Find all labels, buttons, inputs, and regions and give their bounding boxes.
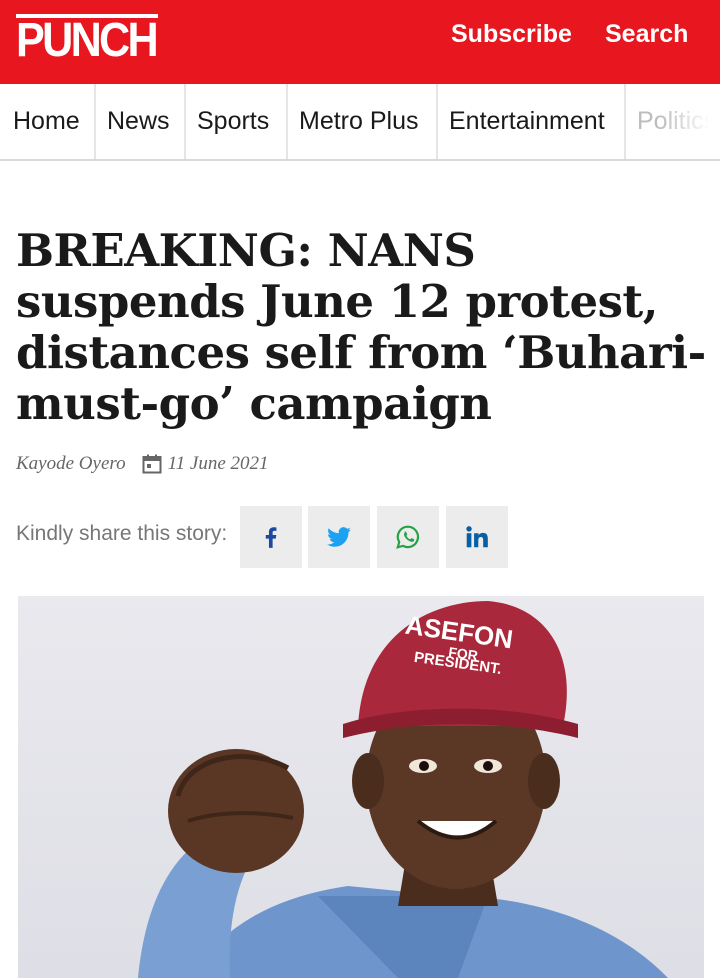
nav-item-sports[interactable]: Sports xyxy=(184,84,269,159)
site-header: PUNCH Subscribe Search xyxy=(0,0,720,84)
share-linkedin-button[interactable] xyxy=(446,506,508,568)
article-meta: Kayode Oyero 11 June 2021 xyxy=(16,453,269,475)
nav-item-entertainment[interactable]: Entertainment xyxy=(436,84,605,159)
search-link[interactable]: Search xyxy=(605,20,688,49)
punch-logo[interactable]: PUNCH xyxy=(16,12,158,60)
nav-fade-overlay xyxy=(660,84,720,159)
article-headline: BREAKING: NANS suspends June 12 protest,… xyxy=(16,224,706,430)
author-name[interactable]: Kayode Oyero xyxy=(16,453,126,475)
featured-image: ASEFON FOR PRESIDENT. xyxy=(18,596,704,978)
share-twitter-button[interactable] xyxy=(308,506,370,568)
whatsapp-icon xyxy=(396,525,420,549)
subscribe-link[interactable]: Subscribe xyxy=(451,20,572,49)
linkedin-icon xyxy=(466,526,488,548)
nav-item-news[interactable]: News xyxy=(94,84,170,159)
svg-text:PUNCH: PUNCH xyxy=(16,14,156,60)
share-whatsapp-button[interactable] xyxy=(377,506,439,568)
calendar-icon xyxy=(142,454,162,474)
share-label: Kindly share this story: xyxy=(16,522,228,545)
share-facebook-button[interactable] xyxy=(240,506,302,568)
nav-item-metro-plus[interactable]: Metro Plus xyxy=(286,84,418,159)
twitter-icon xyxy=(327,527,351,547)
facebook-icon xyxy=(265,527,277,548)
main-nav: Home News Sports Metro Plus Entertainmen… xyxy=(0,84,720,161)
featured-image-illustration: ASEFON FOR PRESIDENT. xyxy=(138,601,668,978)
publish-date: 11 June 2021 xyxy=(167,453,269,474)
nav-item-home[interactable]: Home xyxy=(0,84,80,159)
